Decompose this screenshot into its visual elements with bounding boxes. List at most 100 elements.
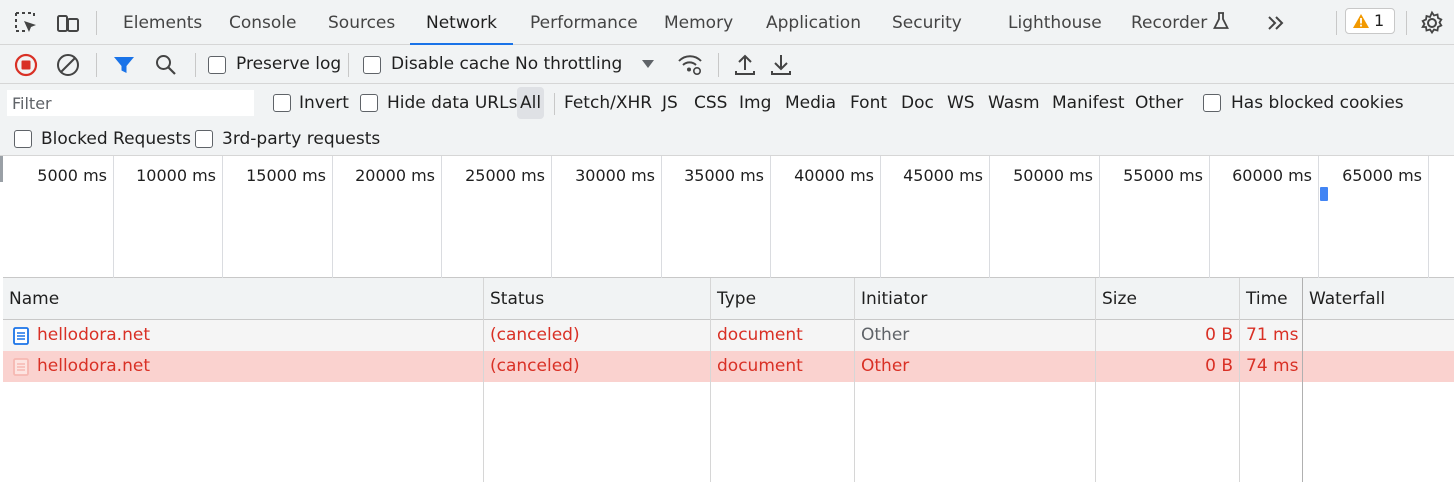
row-name: hellodora.net (37, 325, 150, 345)
third-party-requests-checkbox[interactable] (195, 130, 213, 148)
type-filter-media[interactable]: Media (782, 87, 839, 119)
record-stop-icon[interactable] (13, 52, 39, 78)
network-conditions-icon[interactable] (677, 52, 703, 78)
has-blocked-cookies-label: Has blocked cookies (1231, 93, 1404, 113)
chevron-down-icon[interactable] (641, 59, 655, 69)
row-type: document (717, 356, 803, 376)
tab-memory[interactable]: Memory (664, 0, 733, 45)
overview-tick-label: 10000 ms (136, 166, 216, 185)
type-filter-manifest[interactable]: Manifest (1049, 87, 1128, 119)
row-status: (canceled) (490, 356, 580, 376)
overview-tick-label: 25000 ms (465, 166, 545, 185)
column-header-time[interactable]: Time (1240, 278, 1302, 320)
type-filter-css[interactable]: CSS (691, 87, 730, 119)
type-filter-img[interactable]: Img (736, 87, 774, 119)
type-filter-doc[interactable]: Doc (898, 87, 937, 119)
column-header-waterfall[interactable]: Waterfall (1303, 278, 1454, 320)
row-type: document (717, 325, 803, 345)
network-overview[interactable]: 5000 ms 10000 ms 15000 ms 20000 ms 25000 ms 3… (0, 156, 1454, 278)
toolbar-separator (718, 53, 719, 77)
tab-security[interactable]: Security (892, 0, 962, 45)
blocked-requests-checkbox[interactable] (14, 130, 32, 148)
column-header-type[interactable]: Type (711, 278, 854, 320)
requests-table: Name Status Type Initiator Size Time Wat… (3, 278, 1454, 482)
more-tabs-chevron-icon[interactable] (1264, 11, 1288, 35)
column-divider[interactable] (1095, 278, 1096, 482)
overview-grid-line (661, 156, 662, 278)
overview-tick-label: 35000 ms (684, 166, 764, 185)
overview-selection-handle[interactable] (0, 156, 3, 182)
search-icon[interactable] (153, 52, 179, 78)
row-initiator: Other (861, 325, 910, 345)
overview-tick-label: 65000 ms (1342, 166, 1422, 185)
preserve-log-checkbox[interactable] (208, 56, 226, 74)
row-initiator: Other (861, 356, 910, 376)
column-divider[interactable] (483, 278, 484, 482)
inspect-element-icon[interactable] (13, 10, 39, 36)
invert-checkbox[interactable] (273, 94, 291, 112)
overview-request-bar (1320, 187, 1328, 201)
table-row[interactable]: hellodora.net (canceled) document Other … (3, 351, 1454, 382)
issues-count: 1 (1374, 11, 1385, 30)
row-status: (canceled) (490, 325, 580, 345)
disable-cache-checkbox[interactable] (363, 56, 381, 74)
column-header-name[interactable]: Name (3, 278, 483, 320)
overview-tick-label: 40000 ms (794, 166, 874, 185)
type-filter-wasm[interactable]: Wasm (985, 87, 1043, 119)
type-filter-ws[interactable]: WS (944, 87, 978, 119)
tab-elements[interactable]: Elements (123, 0, 202, 45)
column-divider[interactable] (854, 278, 855, 482)
column-header-status[interactable]: Status (484, 278, 710, 320)
tab-bar-separator (96, 11, 97, 35)
network-toolbar: Preserve log Disable cache No throttling (0, 45, 1454, 84)
warning-triangle-icon (1353, 14, 1369, 28)
blocked-requests-label: Blocked Requests (41, 129, 191, 149)
type-filter-font[interactable]: Font (847, 87, 890, 119)
overview-tick-label: 60000 ms (1232, 166, 1312, 185)
overview-grid-line (1099, 156, 1100, 278)
type-filter-other[interactable]: Other (1132, 87, 1186, 119)
type-filter-fetch-xhr[interactable]: Fetch/XHR (561, 87, 655, 119)
hide-data-urls-label: Hide data URLs (387, 93, 518, 113)
overview-grid-line (441, 156, 442, 278)
device-toolbar-icon[interactable] (55, 10, 81, 36)
export-har-icon[interactable] (768, 52, 794, 78)
table-header: Name Status Type Initiator Size Time Wat… (3, 278, 1454, 320)
overview-tick-label: 50000 ms (1013, 166, 1093, 185)
tab-network[interactable]: Network (410, 0, 513, 45)
column-divider[interactable] (710, 278, 711, 482)
tab-console[interactable]: Console (229, 0, 297, 45)
gear-icon[interactable] (1419, 10, 1445, 36)
overview-tick-label: 5000 ms (37, 166, 107, 185)
throttling-select[interactable]: No throttling (515, 45, 622, 84)
tab-lighthouse[interactable]: Lighthouse (1008, 0, 1102, 45)
experiment-flask-icon (1213, 12, 1230, 29)
table-row[interactable]: hellodora.net (canceled) document Other … (3, 320, 1454, 351)
has-blocked-cookies-checkbox[interactable] (1203, 94, 1221, 112)
tab-sources[interactable]: Sources (328, 0, 395, 45)
column-divider[interactable] (1302, 278, 1303, 482)
column-header-size[interactable]: Size (1096, 278, 1239, 320)
filter-input[interactable] (7, 90, 254, 116)
toolbar-separator (96, 53, 97, 77)
type-filter-all[interactable]: All (517, 87, 545, 119)
overview-tick-label: 45000 ms (903, 166, 983, 185)
tab-application[interactable]: Application (766, 0, 861, 45)
tab-bar-separator (1406, 11, 1407, 35)
column-header-initiator[interactable]: Initiator (855, 278, 1095, 320)
import-har-icon[interactable] (732, 52, 758, 78)
overview-grid-line (332, 156, 333, 278)
tab-recorder[interactable]: Recorder (1131, 0, 1230, 45)
devtools-tab-bar: Elements Console Sources Network Perform… (0, 0, 1454, 45)
type-filter-js[interactable]: JS (659, 87, 681, 119)
issues-badge[interactable]: 1 (1345, 8, 1395, 34)
tab-performance[interactable]: Performance (530, 0, 638, 45)
overview-tick-label: 30000 ms (575, 166, 655, 185)
filter-bar: Invert Hide data URLs All Fetch/XHR JS C… (0, 84, 1454, 156)
clear-icon[interactable] (55, 52, 81, 78)
overview-grid-line (1209, 156, 1210, 278)
column-divider[interactable] (1239, 278, 1240, 482)
overview-grid-line (880, 156, 881, 278)
filter-funnel-icon[interactable] (111, 52, 137, 78)
hide-data-urls-checkbox[interactable] (360, 94, 378, 112)
